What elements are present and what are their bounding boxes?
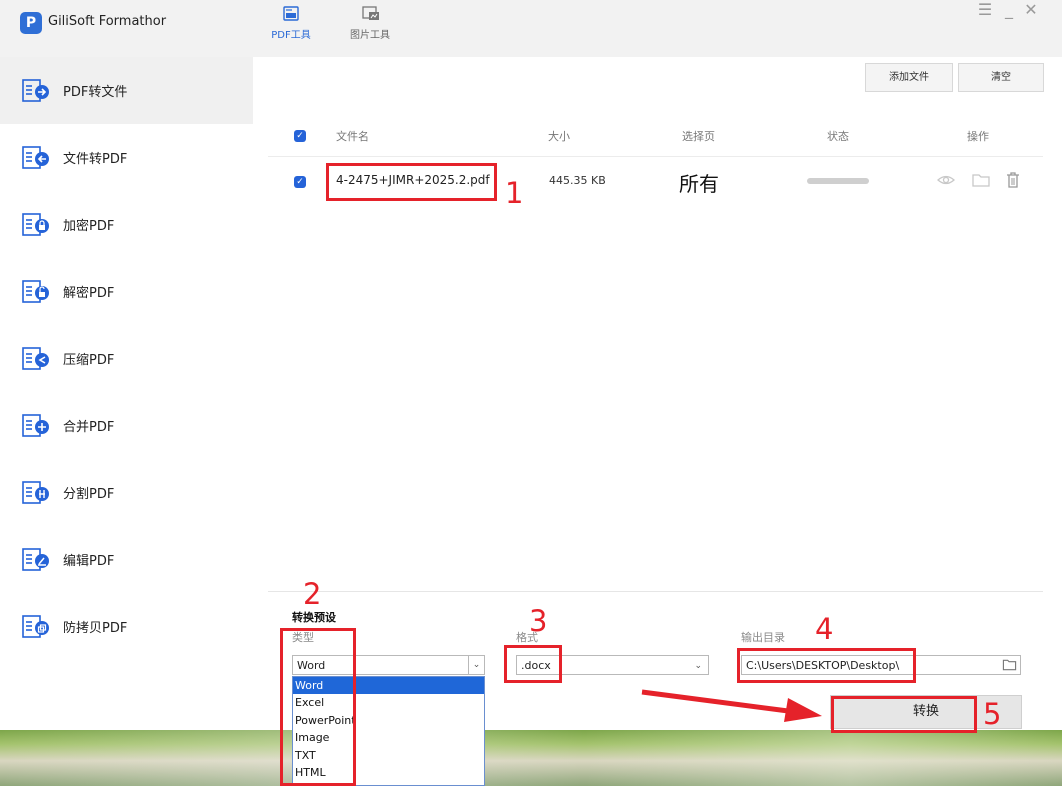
clear-button[interactable]: 清空 (958, 63, 1044, 92)
unlock-icon (22, 279, 50, 305)
annotation-number-3: 3 (529, 604, 548, 638)
row-status-progress (807, 178, 869, 184)
merge-icon (22, 413, 50, 439)
annotation-number-4: 4 (815, 612, 834, 646)
background-image-overlay (0, 730, 1062, 786)
column-header-actions: 操作 (967, 130, 989, 143)
file-to-pdf-icon (22, 145, 50, 171)
lock-icon (22, 212, 50, 238)
chevron-down-icon[interactable]: ⌄ (694, 656, 702, 676)
annotation-arrow-icon (641, 689, 822, 722)
sidebar-item-edit[interactable]: 编辑PDF (0, 526, 253, 593)
sidebar: PDF转文件 文件转PDF 加密PDF 解密PDF 压缩PDF 合并PDF 分割… (0, 57, 253, 730)
delete-icon[interactable] (1003, 170, 1023, 194)
sidebar-item-label: 防拷贝PDF (63, 621, 128, 636)
column-header-filename: 文件名 (336, 130, 369, 143)
sidebar-item-merge[interactable]: 合并PDF (0, 392, 253, 459)
preset-title: 转换预设 (292, 611, 336, 624)
annotation-box-3 (504, 645, 562, 683)
column-header-status: 状态 (827, 130, 849, 143)
tab-pdf-tools[interactable]: PDF工具 (265, 6, 317, 41)
output-directory-label: 输出目录 (741, 631, 785, 644)
row-size: 445.35 KB (549, 174, 606, 187)
edit-icon (22, 547, 50, 573)
copy-protect-icon (22, 614, 50, 640)
app-logo-icon: P (20, 12, 42, 34)
sidebar-item-label: 分割PDF (63, 487, 115, 502)
annotation-box-2 (280, 628, 356, 786)
sidebar-item-file-to-pdf[interactable]: 文件转PDF (0, 124, 253, 191)
tab-image-tools[interactable]: 图片工具 (344, 6, 396, 41)
sidebar-item-label: 解密PDF (63, 286, 115, 301)
annotation-number-1: 1 (505, 176, 524, 210)
sidebar-item-copy-protect[interactable]: 防拷贝PDF (0, 593, 253, 660)
image-tool-icon (362, 6, 379, 21)
close-icon[interactable]: ✕ (1020, 0, 1042, 19)
sidebar-item-decrypt[interactable]: 解密PDF (0, 258, 253, 325)
row-page-select[interactable]: 所有 (679, 168, 719, 197)
annotation-box-5 (831, 696, 977, 733)
compress-icon (22, 346, 50, 372)
annotation-box-1 (326, 163, 497, 201)
preview-eye-icon[interactable] (936, 170, 956, 194)
sidebar-item-label: 编辑PDF (63, 554, 115, 569)
pdf-tool-icon (283, 6, 299, 21)
header-divider (268, 156, 1043, 157)
sidebar-item-label: 压缩PDF (63, 353, 115, 368)
annotation-number-5: 5 (983, 697, 1002, 731)
sidebar-item-compress[interactable]: 压缩PDF (0, 325, 253, 392)
annotation-box-4 (737, 648, 916, 683)
chevron-down-icon[interactable]: ⌄ (468, 656, 484, 674)
tab-image-tools-label: 图片工具 (350, 30, 390, 41)
pdf-to-file-icon (22, 78, 50, 104)
sidebar-item-label: PDF转文件 (63, 85, 128, 100)
tab-pdf-tools-label: PDF工具 (271, 30, 311, 41)
sidebar-item-encrypt[interactable]: 加密PDF (0, 191, 253, 258)
minimize-icon[interactable]: _ (998, 0, 1020, 19)
sidebar-item-label: 文件转PDF (63, 152, 128, 167)
sidebar-item-label: 合并PDF (63, 420, 115, 435)
menu-icon[interactable]: ☰ (974, 0, 996, 19)
open-folder-icon[interactable] (971, 170, 991, 194)
annotation-number-2: 2 (303, 577, 322, 611)
sidebar-item-label: 加密PDF (63, 219, 115, 234)
select-all-checkbox[interactable]: ✓ (294, 130, 306, 142)
row-checkbox[interactable]: ✓ (294, 176, 306, 188)
split-icon (22, 480, 50, 506)
browse-folder-icon[interactable] (1002, 657, 1017, 679)
sidebar-item-pdf-to-file[interactable]: PDF转文件 (0, 57, 253, 124)
column-header-pages: 选择页 (682, 130, 715, 143)
sidebar-item-split[interactable]: 分割PDF (0, 459, 253, 526)
app-title: GiliSoft Formathor (48, 14, 167, 29)
add-file-button[interactable]: 添加文件 (865, 63, 953, 92)
column-header-size: 大小 (548, 130, 570, 143)
